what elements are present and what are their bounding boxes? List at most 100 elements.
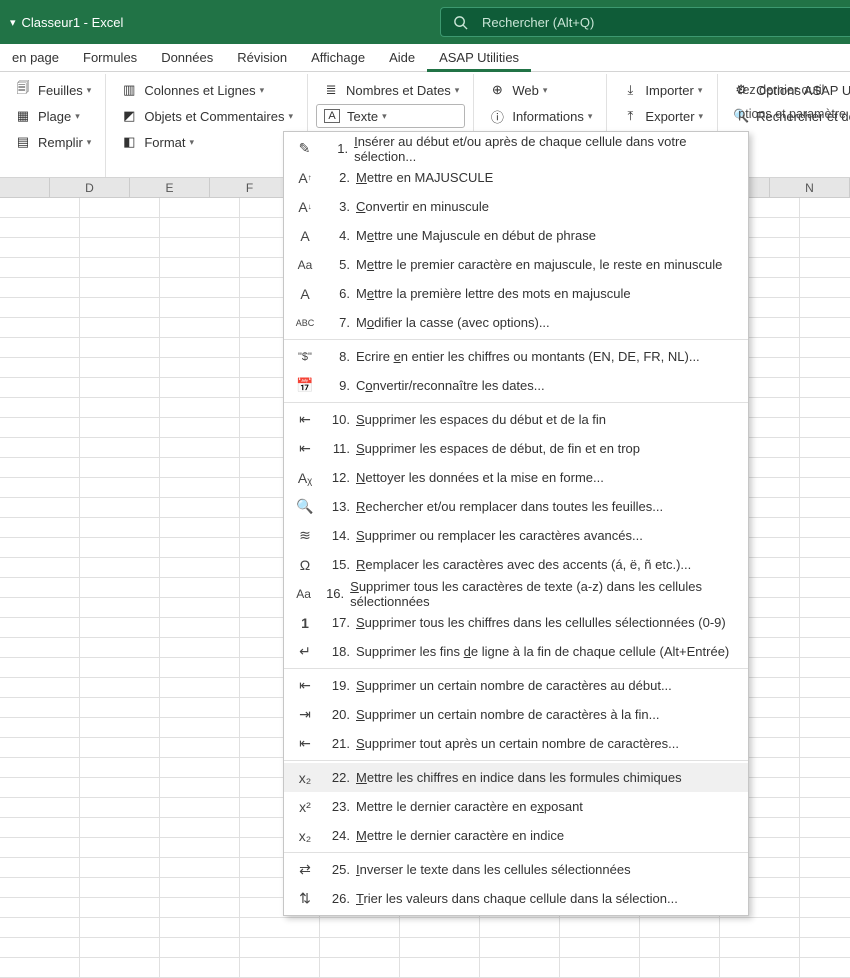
x2l-icon: x₂ — [292, 828, 318, 844]
menu-item-label: Inverser le texte dans les cellules séle… — [356, 862, 631, 877]
menu-item-22[interactable]: x₂22.Mettre les chiffres en indice dans … — [284, 763, 748, 792]
search-box[interactable]: Rechercher (Alt+Q) — [440, 7, 850, 37]
cal-icon: 📅 — [292, 377, 318, 394]
ribbon-format[interactable]: ◧Format▾ — [114, 130, 299, 154]
tab-affichage[interactable]: Affichage — [299, 44, 377, 72]
menu-item-label: Mettre le dernier caractère en exposant — [356, 799, 583, 814]
chevron-down-icon[interactable]: ▾ — [10, 16, 16, 29]
menu-item-9[interactable]: 📅9.Convertir/reconnaître les dates... — [284, 371, 748, 400]
trim-icon: ⇤ — [292, 440, 318, 457]
one-icon: 1 — [292, 615, 318, 631]
A-icon: A — [292, 286, 318, 302]
ribbon-overflow-text: rez dernier outil ptions et paramètre — [738, 78, 850, 126]
col-header[interactable]: D — [50, 178, 130, 197]
menu-item-label: Supprimer les espaces de début, de fin e… — [356, 441, 640, 456]
col-header[interactable]: N — [770, 178, 850, 197]
menu-item-18[interactable]: ↵18.Supprimer les fins de ligne à la fin… — [284, 637, 748, 666]
menu-item-12[interactable]: Aᵪ12.Nettoyer les données et la mise en … — [284, 463, 748, 492]
menu-item-label: Mettre le premier caractère en majuscule… — [356, 257, 722, 272]
search-placeholder: Rechercher (Alt+Q) — [482, 15, 594, 30]
menu-item-label: Mettre la première lettre des mots en ma… — [356, 286, 631, 301]
menu-item-5[interactable]: Aa5.Mettre le premier caractère en majus… — [284, 250, 748, 279]
import-icon: ⤓ — [621, 81, 639, 99]
ribbon-importer[interactable]: ⤓Importer▾ — [615, 78, 709, 102]
menu-item-label: Convertir en minuscule — [356, 199, 489, 214]
ribbon-nombres-et-dates[interactable]: ≣Nombres et Dates▾ — [316, 78, 465, 102]
ribbon-feuilles[interactable]: 🗐Feuilles▾ — [8, 78, 97, 102]
ribbon-informations[interactable]: ⓘInformations▾ — [482, 104, 598, 128]
menu-item-label: Rechercher et/ou remplacer dans toutes l… — [356, 499, 663, 514]
delL-icon: ⇤ — [292, 677, 318, 694]
menu-item-label: Supprimer tous les caractères de texte (… — [350, 579, 738, 609]
ribbon-objets-et-commentaires[interactable]: ◩Objets et Commentaires▾ — [114, 104, 299, 128]
menu-item-15[interactable]: Ω15.Remplacer les caractères avec des ac… — [284, 550, 748, 579]
menu-item-label: Ecrire en entier les chiffres ou montant… — [356, 349, 700, 364]
tab-révision[interactable]: Révision — [225, 44, 299, 72]
menu-item-label: Mettre le dernier caractère en indice — [356, 828, 564, 843]
ribbon-colonnes-et-lignes[interactable]: ▥Colonnes et Lignes▾ — [114, 78, 299, 102]
menu-item-label: Insérer au début et/ou après de chaque c… — [354, 134, 738, 164]
menu-item-label: Supprimer tous les chiffres dans les cel… — [356, 615, 726, 630]
tab-formules[interactable]: Formules — [71, 44, 149, 72]
chevron-down-icon: ▾ — [87, 85, 92, 96]
menu-item-7[interactable]: ABC7.Modifier la casse (avec options)... — [284, 308, 748, 337]
web-icon: ⊕ — [488, 81, 506, 99]
menu-item-label: Supprimer ou remplacer les caractères av… — [356, 528, 643, 543]
sheets-icon: 🗐 — [14, 81, 32, 99]
ribbon-texte[interactable]: ATexte▾ — [316, 104, 465, 128]
tab-aide[interactable]: Aide — [377, 44, 427, 72]
menu-item-label: Mettre en MAJUSCULE — [356, 170, 493, 185]
Aup-icon: A↑ — [292, 170, 318, 186]
ribbon-exporter[interactable]: ⤒Exporter▾ — [615, 104, 709, 128]
format-icon: ◧ — [120, 133, 138, 151]
menu-item-13[interactable]: 🔍13.Rechercher et/ou remplacer dans tout… — [284, 492, 748, 521]
tab-asap-utilities[interactable]: ASAP Utilities — [427, 44, 531, 72]
search-icon — [453, 15, 468, 30]
ribbon-web[interactable]: ⊕Web▾ — [482, 78, 598, 102]
menu-item-label: Trier les valeurs dans chaque cellule da… — [356, 891, 678, 906]
dollar-icon: "$" — [292, 351, 318, 363]
ins-icon: ✎ — [292, 140, 317, 157]
menu-item-20[interactable]: ⇥20.Supprimer un certain nombre de carac… — [284, 700, 748, 729]
menu-item-label: Remplacer les caractères avec des accent… — [356, 557, 691, 572]
delA-icon: ⇤ — [292, 735, 318, 752]
ribbon-plage[interactable]: ▦Plage▾ — [8, 104, 97, 128]
menu-item-16[interactable]: Aa16.Supprimer tous les caractères de te… — [284, 579, 748, 608]
chevron-down-icon: ▾ — [698, 85, 703, 96]
ribbon-remplir[interactable]: ▤Remplir▾ — [8, 130, 97, 154]
menu-separator — [284, 852, 748, 853]
trim-icon: ⇤ — [292, 411, 318, 428]
chevron-down-icon: ▾ — [382, 111, 387, 122]
menu-item-4[interactable]: A4.Mettre une Majuscule en début de phra… — [284, 221, 748, 250]
sort-icon: ⇅ — [292, 890, 318, 907]
menu-item-8[interactable]: "$"8.Ecrire en entier les chiffres ou mo… — [284, 342, 748, 371]
chevron-down-icon: ▾ — [260, 85, 265, 96]
menu-item-25[interactable]: ⇄25.Inverser le texte dans les cellules … — [284, 855, 748, 884]
rev-icon: ⇄ — [292, 861, 318, 878]
menu-item-10[interactable]: ⇤10.Supprimer les espaces du début et de… — [284, 405, 748, 434]
menu-item-19[interactable]: ⇤19.Supprimer un certain nombre de carac… — [284, 671, 748, 700]
menu-item-11[interactable]: ⇤11.Supprimer les espaces de début, de f… — [284, 434, 748, 463]
menu-item-14[interactable]: ≋14.Supprimer ou remplacer les caractère… — [284, 521, 748, 550]
menu-item-label: Convertir/reconnaître les dates... — [356, 378, 545, 393]
menu-item-label: Supprimer un certain nombre de caractère… — [356, 678, 672, 693]
menu-item-6[interactable]: A6.Mettre la première lettre des mots en… — [284, 279, 748, 308]
mag-icon: 🔍 — [292, 498, 318, 515]
menu-item-3[interactable]: A↓3.Convertir en minuscule — [284, 192, 748, 221]
texte-dropdown-menu: ✎1.Insérer au début et/ou après de chaqu… — [283, 131, 749, 916]
menu-item-17[interactable]: 117.Supprimer tous les chiffres dans les… — [284, 608, 748, 637]
menu-item-2[interactable]: A↑2.Mettre en MAJUSCULE — [284, 163, 748, 192]
tab-données[interactable]: Données — [149, 44, 225, 72]
menu-item-24[interactable]: x₂24.Mettre le dernier caractère en indi… — [284, 821, 748, 850]
tab-en-page[interactable]: en page — [0, 44, 71, 72]
chevron-down-icon: ▾ — [87, 137, 92, 148]
Adn-icon: A↓ — [292, 199, 318, 215]
col-header[interactable]: F — [210, 178, 290, 197]
menu-item-1[interactable]: ✎1.Insérer au début et/ou après de chaqu… — [284, 134, 748, 163]
chevron-down-icon: ▾ — [699, 111, 704, 122]
menu-item-23[interactable]: x²23.Mettre le dernier caractère en expo… — [284, 792, 748, 821]
menu-item-21[interactable]: ⇤21.Supprimer tout après un certain nomb… — [284, 729, 748, 758]
col-header[interactable]: E — [130, 178, 210, 197]
menu-item-26[interactable]: ⇅26.Trier les valeurs dans chaque cellul… — [284, 884, 748, 913]
info-icon: ⓘ — [488, 107, 506, 125]
